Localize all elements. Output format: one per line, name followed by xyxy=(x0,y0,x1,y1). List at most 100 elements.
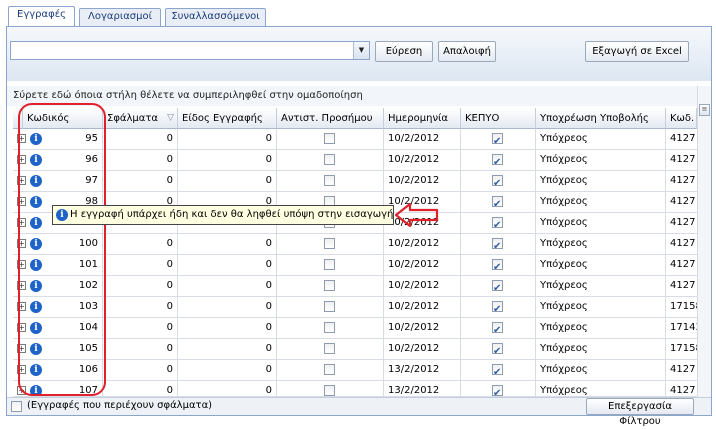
cell-errors: 0 xyxy=(103,150,178,170)
column-header-kod[interactable]: Κωδ. ... xyxy=(666,108,697,129)
table-row[interactable]: +i1040010/2/2012Υπόχρεος17143 xyxy=(13,318,697,339)
kepyo-checkbox[interactable] xyxy=(492,132,503,149)
cell-record-type: 0 xyxy=(178,318,277,338)
cell-record-type: 0 xyxy=(178,171,277,191)
table-row[interactable]: +i970010/2/2012Υπόχρεος4127 xyxy=(13,171,697,192)
cell-kod: 4127 xyxy=(670,133,696,144)
group-by-area[interactable]: Σύρετε εδώ όποια στήλη θέλετε να συμπερι… xyxy=(7,86,697,106)
column-header-date[interactable]: Ημερομηνία xyxy=(384,108,461,129)
table-row[interactable]: +i1010010/2/2012Υπόχρεος4127 xyxy=(13,255,697,276)
reverse-sign-checkbox[interactable] xyxy=(324,280,335,291)
filter-icon[interactable]: ▽ xyxy=(167,108,174,128)
cell-obligation: Υπόχρεος xyxy=(536,297,666,317)
reverse-sign-checkbox[interactable] xyxy=(324,343,335,354)
table-row[interactable]: +i1060013/2/2012Υπόχρεος4127 xyxy=(13,360,697,381)
clear-button[interactable]: Απαλοιφή xyxy=(438,41,496,62)
column-header-reverse-sign-label: Αντιστ. Προσήμου xyxy=(281,113,373,124)
cell-reverse-sign xyxy=(277,129,384,149)
cell-errors: 0 xyxy=(103,255,178,275)
kepyo-checkbox[interactable] xyxy=(492,195,503,212)
cell-reverse-sign xyxy=(277,318,384,338)
kepyo-checkbox[interactable] xyxy=(492,279,503,296)
tab-accounts[interactable]: Λογαριασμοί xyxy=(79,8,161,26)
cell-obligation: Υπόχρεος xyxy=(536,360,666,380)
code-column-highlight xyxy=(18,103,106,396)
column-header-reverse-sign[interactable]: Αντιστ. Προσήμου xyxy=(277,108,384,129)
cell-date: 10/2/2012 xyxy=(384,318,461,338)
reverse-sign-checkbox[interactable] xyxy=(324,238,335,249)
reverse-sign-checkbox[interactable] xyxy=(324,322,335,333)
chevron-down-icon[interactable]: ▼ xyxy=(353,42,369,59)
cell-kepyo xyxy=(461,276,536,296)
cell-kepyo xyxy=(461,339,536,359)
kepyo-checkbox[interactable] xyxy=(492,216,503,233)
reverse-sign-checkbox[interactable] xyxy=(324,364,335,375)
cell-errors: 0 xyxy=(103,171,178,191)
reverse-sign-checkbox[interactable] xyxy=(324,154,335,165)
table-row[interactable]: +i1070013/2/2012Υπόχρεος4127 xyxy=(13,381,697,397)
cell-record-type: 0 xyxy=(178,129,277,149)
kepyo-checkbox[interactable] xyxy=(492,174,503,191)
reverse-sign-checkbox[interactable] xyxy=(324,133,335,144)
cell-record-type: 0 xyxy=(178,150,277,170)
table-row[interactable]: +i950010/2/2012Υπόχρεος4127 xyxy=(13,129,697,150)
reverse-sign-checkbox[interactable] xyxy=(324,385,335,396)
cell-record-type: 0 xyxy=(178,255,277,275)
column-header-kepyo[interactable]: ΚΕΠΥΟ xyxy=(461,108,536,129)
cell-obligation: Υπόχρεος xyxy=(536,381,666,396)
cell-kepyo xyxy=(461,213,536,233)
cell-date: 10/2/2012 xyxy=(384,129,461,149)
cell-kepyo xyxy=(461,381,536,396)
cell-kod: 4127 xyxy=(670,154,696,165)
column-header-errors-label: Σφάλματα xyxy=(107,113,158,124)
cell-kod: 17158 xyxy=(670,343,697,354)
table-row[interactable]: +i960010/2/2012Υπόχρεος4127 xyxy=(13,150,697,171)
table-row[interactable]: +i1050010/2/2012Υπόχρεος17158 xyxy=(13,339,697,360)
cell-errors: 0 xyxy=(103,360,178,380)
kepyo-checkbox[interactable] xyxy=(492,237,503,254)
reverse-sign-checkbox[interactable] xyxy=(324,259,335,270)
export-excel-button[interactable]: Εξαγωγή σε Excel xyxy=(585,41,689,62)
cell-obligation: Υπόχρεος xyxy=(536,339,666,359)
cell-kepyo xyxy=(461,192,536,212)
cell-date: 10/2/2012 xyxy=(384,255,461,275)
kepyo-checkbox[interactable] xyxy=(492,384,503,396)
vertical-scrollbar[interactable]: ≡ xyxy=(697,86,711,398)
tab-records[interactable]: Εγγραφές xyxy=(8,6,75,27)
kepyo-checkbox[interactable] xyxy=(492,342,503,359)
cell-date: 10/2/2012 xyxy=(384,234,461,254)
column-header-errors[interactable]: Σφάλματα ▽ xyxy=(103,108,178,129)
clear-button-label: Απαλοιφή xyxy=(443,46,491,57)
search-combo[interactable]: ▼ xyxy=(10,41,370,60)
column-header-date-label: Ημερομηνία xyxy=(388,113,449,124)
column-header-obligation[interactable]: Υποχρέωση Υποβολής xyxy=(536,108,666,129)
cell-kepyo xyxy=(461,171,536,191)
scrollbar-thumb[interactable]: ≡ xyxy=(699,104,710,116)
cell-record-type: 0 xyxy=(178,276,277,296)
kepyo-checkbox[interactable] xyxy=(492,321,503,338)
kepyo-checkbox[interactable] xyxy=(492,300,503,317)
reverse-sign-checkbox[interactable] xyxy=(324,301,335,312)
cell-kepyo xyxy=(461,297,536,317)
table-row[interactable]: +i1030010/2/2012Υπόχρεος17158 xyxy=(13,297,697,318)
cell-reverse-sign xyxy=(277,297,384,317)
column-header-kod-label: Κωδ. ... xyxy=(670,113,696,124)
tab-counterparties[interactable]: Συναλλασσόμενοι xyxy=(165,8,266,26)
edit-filter-button[interactable]: Επεξεργασία Φίλτρου xyxy=(586,398,694,427)
kepyo-checkbox[interactable] xyxy=(492,153,503,170)
cell-date: 10/2/2012 xyxy=(384,339,461,359)
table-row[interactable]: +i1000010/2/2012Υπόχρεος4127 xyxy=(13,234,697,255)
kepyo-checkbox[interactable] xyxy=(492,363,503,380)
cell-obligation: Υπόχρεος xyxy=(536,171,666,191)
reverse-sign-checkbox[interactable] xyxy=(324,175,335,186)
cell-kepyo xyxy=(461,360,536,380)
column-header-record-type[interactable]: Είδος Εγγραφής xyxy=(178,108,277,129)
search-button[interactable]: Εύρεση xyxy=(375,41,433,62)
filter-checkbox[interactable] xyxy=(11,401,22,412)
cell-errors: 0 xyxy=(103,381,178,396)
cell-errors: 0 xyxy=(103,318,178,338)
kepyo-checkbox[interactable] xyxy=(492,258,503,275)
cell-reverse-sign xyxy=(277,276,384,296)
cell-reverse-sign xyxy=(277,171,384,191)
table-row[interactable]: +i1020010/2/2012Υπόχρεος4127 xyxy=(13,276,697,297)
